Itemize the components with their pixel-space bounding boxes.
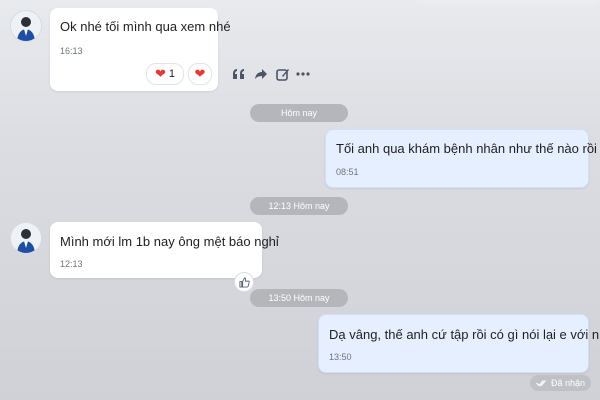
message-time: 13:50 xyxy=(329,352,352,362)
message-text: Ok nhé tối mình qua xem nhé xyxy=(60,19,231,34)
edit-icon xyxy=(276,69,289,81)
reaction-count-pill[interactable]: ❤ 1 xyxy=(146,63,184,85)
quote-icon xyxy=(233,69,244,79)
message-text: Tối anh qua khám bệnh nhân như thế nào r… xyxy=(336,141,600,156)
double-check-icon xyxy=(536,380,546,387)
message-time: 08:51 xyxy=(336,167,359,177)
message-time: 16:13 xyxy=(60,46,83,56)
message-bubble-incoming[interactable]: Mình mới lm 1b nay ông mệt báo nghỉ 12:1… xyxy=(50,222,279,278)
time-separator: 12:13 Hôm nay xyxy=(250,197,348,215)
forward-icon xyxy=(255,69,267,79)
previous-message-edge xyxy=(415,0,600,4)
quote-button[interactable] xyxy=(230,66,248,82)
message-bubble-outgoing[interactable]: Dạ vâng, thế anh cứ tập rồi có gì nói lạ… xyxy=(318,314,600,373)
delivery-status-label: Đã nhận xyxy=(551,378,586,388)
forward-button[interactable] xyxy=(252,66,270,82)
avatar[interactable] xyxy=(10,222,42,254)
like-button[interactable] xyxy=(234,272,254,292)
heart-icon: ❤ xyxy=(154,66,166,81)
message-time: 12:13 xyxy=(60,259,83,269)
message-bubble-incoming[interactable]: Ok nhé tối mình qua xem nhé 16:13 ❤ 1 ❤ xyxy=(50,8,231,91)
heart-icon: ❤ xyxy=(194,66,206,81)
message-text: Dạ vâng, thế anh cứ tập rồi có gì nói lạ… xyxy=(329,327,600,342)
add-reaction-button[interactable]: ❤ xyxy=(188,63,212,85)
more-button[interactable] xyxy=(294,66,312,82)
message-text: Mình mới lm 1b nay ông mệt báo nghỉ xyxy=(60,234,279,249)
delivery-status-badge: Đã nhận xyxy=(530,375,592,391)
reaction-count: 1 xyxy=(168,68,176,80)
like-icon xyxy=(238,276,250,288)
avatar[interactable] xyxy=(10,10,42,42)
more-icon xyxy=(296,72,310,76)
time-separator: 13:50 Hôm nay xyxy=(250,289,348,307)
date-separator: Hôm nay xyxy=(250,104,348,122)
message-bubble-outgoing[interactable]: Tối anh qua khám bệnh nhân như thế nào r… xyxy=(325,129,600,188)
edit-button[interactable] xyxy=(274,66,292,82)
